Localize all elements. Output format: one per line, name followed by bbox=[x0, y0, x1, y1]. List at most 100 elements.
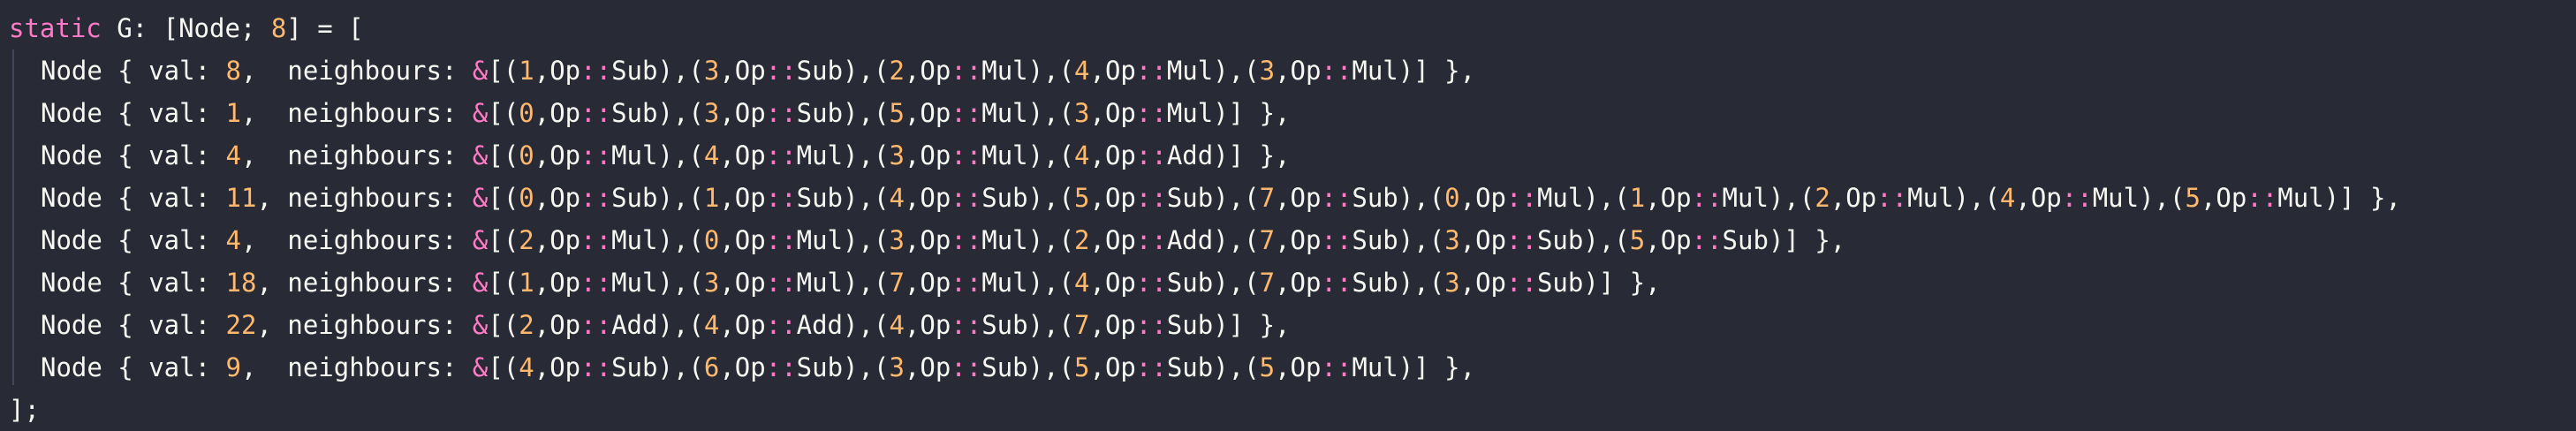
edge-open-paren: ( bbox=[688, 310, 704, 340]
edge-comma: , bbox=[858, 310, 874, 340]
path-separator: :: bbox=[1506, 225, 1537, 255]
edge-comma: , bbox=[1043, 183, 1059, 213]
edge-comma: , bbox=[1228, 268, 1245, 298]
edge-comma: , bbox=[1228, 183, 1245, 213]
edge-close-paren: ) bbox=[1213, 98, 1229, 128]
edge-op-name: Sub bbox=[1166, 268, 1214, 298]
edge-close-paren: ) bbox=[1398, 183, 1414, 213]
path-separator: :: bbox=[765, 310, 797, 340]
edge-op-prefix: ,Op bbox=[534, 268, 581, 298]
edge-open-paren: ( bbox=[873, 140, 890, 170]
path-separator: :: bbox=[765, 268, 797, 298]
code-editor[interactable]: static G: [Node; 8] = [ Node { val: 8, n… bbox=[0, 0, 2576, 431]
edge-op-name: Mul bbox=[2277, 183, 2324, 213]
edge-comma: , bbox=[1043, 98, 1059, 128]
edge-open-paren: ( bbox=[873, 56, 890, 86]
edge-op-prefix: ,Op bbox=[534, 98, 581, 128]
edge-open-paren: ( bbox=[503, 225, 519, 255]
edge-op-name: Mul bbox=[1536, 183, 1584, 213]
code-line-node: Node { val: 8, neighbours: &[(1,Op::Sub)… bbox=[9, 49, 2576, 92]
ref-ampersand: & bbox=[472, 183, 489, 213]
edge-index-number: 2 bbox=[889, 56, 905, 86]
edge-open-paren: ( bbox=[688, 140, 704, 170]
path-separator: :: bbox=[765, 225, 797, 255]
path-separator: :: bbox=[1321, 225, 1352, 255]
node-close: ] }, bbox=[1413, 56, 1476, 86]
edge-close-paren: ) bbox=[1583, 225, 1599, 255]
edge-op-prefix: ,Op bbox=[2200, 183, 2247, 213]
node-close: ] }, bbox=[2339, 183, 2401, 213]
node-val-number: 4 bbox=[225, 140, 241, 170]
edge-close-paren: ) bbox=[1027, 140, 1044, 170]
edge-index-number: 4 bbox=[1074, 56, 1090, 86]
edge-comma: , bbox=[1784, 183, 1799, 213]
ref-ampersand: & bbox=[472, 268, 489, 298]
code-line-node: Node { val: 18, neighbours: &[(1,Op::Mul… bbox=[9, 261, 2576, 304]
edge-close-paren: ) bbox=[1213, 352, 1229, 382]
edge-op-prefix: ,Op bbox=[1275, 56, 1322, 86]
edge-op-prefix: ,Op bbox=[1275, 352, 1322, 382]
node-prefix: Node { val: bbox=[41, 56, 226, 86]
edge-index-number: 7 bbox=[1259, 268, 1276, 298]
path-separator: :: bbox=[580, 56, 612, 86]
static-keyword: static bbox=[9, 13, 102, 43]
edge-comma: , bbox=[672, 268, 689, 298]
edge-op-name: Sub bbox=[1722, 225, 1769, 255]
node-val-number: 9 bbox=[225, 352, 241, 382]
edge-op-prefix: ,Op bbox=[719, 310, 766, 340]
edge-op-name: Sub bbox=[981, 310, 1028, 340]
edge-comma: , bbox=[1228, 56, 1245, 86]
edge-close-paren: ) bbox=[1398, 56, 1414, 86]
edge-open-paren: ( bbox=[1244, 56, 1260, 86]
path-separator: :: bbox=[1506, 268, 1537, 298]
path-separator: :: bbox=[2246, 183, 2278, 213]
path-separator: :: bbox=[1506, 183, 1537, 213]
edge-op-name: Add bbox=[611, 310, 658, 340]
path-separator: :: bbox=[1135, 268, 1167, 298]
node-close: ] }, bbox=[1413, 352, 1476, 382]
edge-op-name: Add bbox=[1166, 225, 1214, 255]
edge-comma: , bbox=[1413, 268, 1429, 298]
edge-index-number: 0 bbox=[1444, 183, 1460, 213]
edge-close-paren: ) bbox=[1583, 183, 1599, 213]
code-line-node: Node { val: 9, neighbours: &[(4,Op::Sub)… bbox=[9, 346, 2576, 389]
path-separator: :: bbox=[951, 310, 982, 340]
edge-comma: , bbox=[858, 268, 874, 298]
edge-op-name: Mul bbox=[796, 140, 844, 170]
node-prefix: Node { val: bbox=[41, 268, 226, 298]
edge-op-prefix: ,Op bbox=[904, 225, 951, 255]
edge-comma: , bbox=[1228, 225, 1245, 255]
node-val-number: 22 bbox=[225, 310, 257, 340]
node-close: ] }, bbox=[1228, 98, 1291, 128]
edge-index-number: 3 bbox=[703, 268, 720, 298]
edge-op-prefix: ,Op bbox=[719, 56, 766, 86]
edge-op-prefix: ,Op bbox=[719, 140, 766, 170]
edge-op-prefix: ,Op bbox=[1645, 183, 1692, 213]
edge-close-paren: ) bbox=[843, 225, 859, 255]
path-separator: :: bbox=[951, 98, 982, 128]
edge-comma: , bbox=[858, 225, 874, 255]
edge-open-paren: ( bbox=[688, 352, 704, 382]
edge-op-prefix: ,Op bbox=[904, 268, 951, 298]
open-bracket: [ bbox=[488, 98, 504, 128]
edge-comma: , bbox=[672, 310, 689, 340]
edge-op-prefix: ,Op bbox=[1089, 225, 1136, 255]
edge-op-name: Sub bbox=[611, 56, 658, 86]
edge-open-paren: ( bbox=[1614, 225, 1630, 255]
edge-op-name: Sub bbox=[1536, 268, 1584, 298]
edge-close-paren: ) bbox=[1213, 140, 1229, 170]
path-separator: :: bbox=[580, 98, 612, 128]
node-prefix: Node { val: bbox=[41, 225, 226, 255]
edge-index-number: 3 bbox=[703, 56, 720, 86]
path-separator: :: bbox=[1321, 183, 1352, 213]
edge-comma: , bbox=[1043, 352, 1059, 382]
neighbours-label: neighbours: bbox=[287, 268, 473, 298]
edge-close-paren: ) bbox=[1027, 225, 1044, 255]
separator: , bbox=[240, 140, 288, 170]
edge-op-name: Mul bbox=[796, 225, 844, 255]
edge-comma: , bbox=[1043, 268, 1059, 298]
edge-open-paren: ( bbox=[688, 183, 704, 213]
edge-open-paren: ( bbox=[1244, 352, 1260, 382]
ref-ampersand: & bbox=[472, 225, 489, 255]
edge-index-number: 4 bbox=[703, 310, 720, 340]
